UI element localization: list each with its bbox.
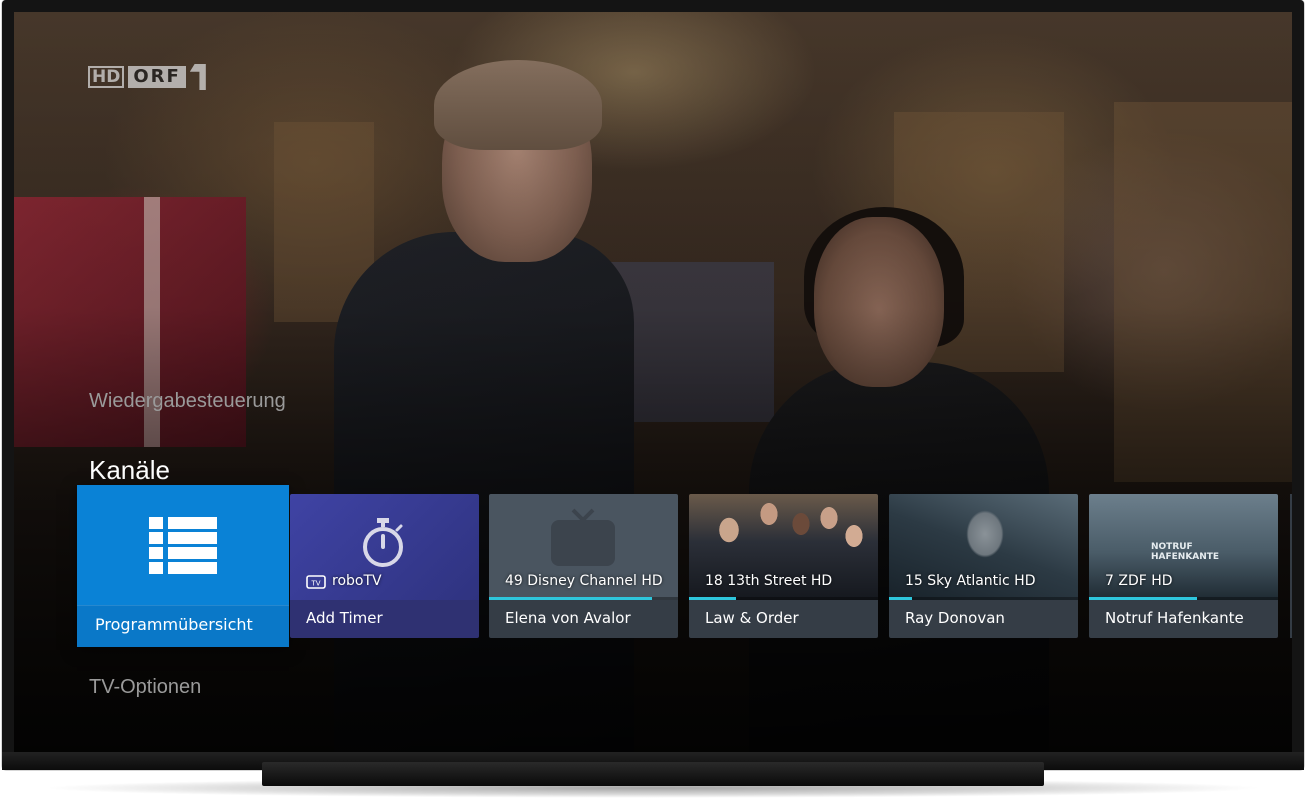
tile-disney-channel[interactable]: 49 Disney Channel HD Elena von Avalor xyxy=(489,494,678,638)
tile-label: Programmübersicht xyxy=(95,615,253,634)
list-icon xyxy=(149,517,217,574)
orf-1-icon xyxy=(189,64,206,90)
tile-zdf[interactable]: NOTRUF HAFENKANTE 7 ZDF HD Notruf Hafenk… xyxy=(1089,494,1278,638)
tile-channel-name: 7 ZDF HD xyxy=(1105,573,1173,589)
tv-placeholder-icon xyxy=(551,508,615,566)
tile-robotv-add-timer[interactable]: TV roboTV Add Timer xyxy=(290,494,479,638)
svg-text:TV: TV xyxy=(310,580,320,588)
tile-partial-next[interactable] xyxy=(1290,494,1292,638)
tile-title: Elena von Avalor xyxy=(505,609,631,627)
tile-channel-name: 49 Disney Channel HD xyxy=(505,573,663,589)
show-logo-text: NOTRUF HAFENKANTE xyxy=(1151,542,1220,562)
tile-title: Ray Donovan xyxy=(905,609,1005,627)
stopwatch-icon xyxy=(363,518,403,567)
menu-item-tv-options[interactable]: TV-Optionen xyxy=(89,676,201,699)
tile-sky-atlantic[interactable]: 15 Sky Atlantic HD Ray Donovan xyxy=(889,494,1078,638)
tile-title: Law & Order xyxy=(705,609,799,627)
tv-stand xyxy=(262,762,1044,786)
logo-orf-text: ORF xyxy=(128,66,186,88)
logo-hd-text: HD xyxy=(88,66,125,88)
tile-title: Notruf Hafenkante xyxy=(1105,609,1244,627)
tv-screen: HD ORF Wiedergabesteuerung Kanäle TV-Opt… xyxy=(14,12,1292,752)
tile-program-guide[interactable]: Programmübersicht xyxy=(77,485,289,647)
section-title-channels: Kanäle xyxy=(89,455,170,485)
channel-logo: HD ORF xyxy=(88,64,206,90)
tile-title: Add Timer xyxy=(306,609,383,627)
menu-item-playback-control[interactable]: Wiedergabesteuerung xyxy=(89,390,286,413)
tile-13th-street[interactable]: 18 13th Street HD Law & Order xyxy=(689,494,878,638)
tile-channel-name: 15 Sky Atlantic HD xyxy=(905,573,1036,589)
tile-channel-name: roboTV xyxy=(332,573,382,589)
tile-channel-name: 18 13th Street HD xyxy=(705,573,833,589)
tv-icon: TV xyxy=(306,575,326,589)
